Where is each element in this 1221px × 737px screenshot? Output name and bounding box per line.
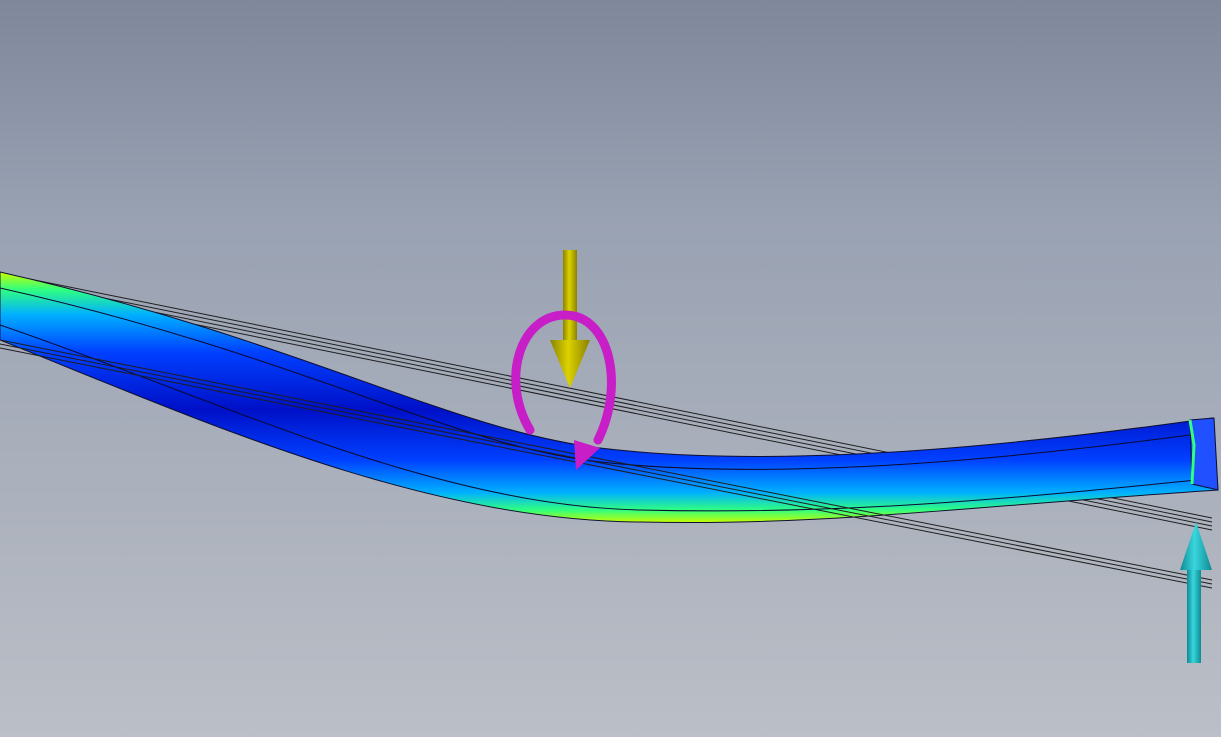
3d-viewport[interactable] <box>0 0 1221 737</box>
fea-scene[interactable] <box>0 0 1221 737</box>
support-arrow-up-icon[interactable] <box>1180 522 1212 663</box>
